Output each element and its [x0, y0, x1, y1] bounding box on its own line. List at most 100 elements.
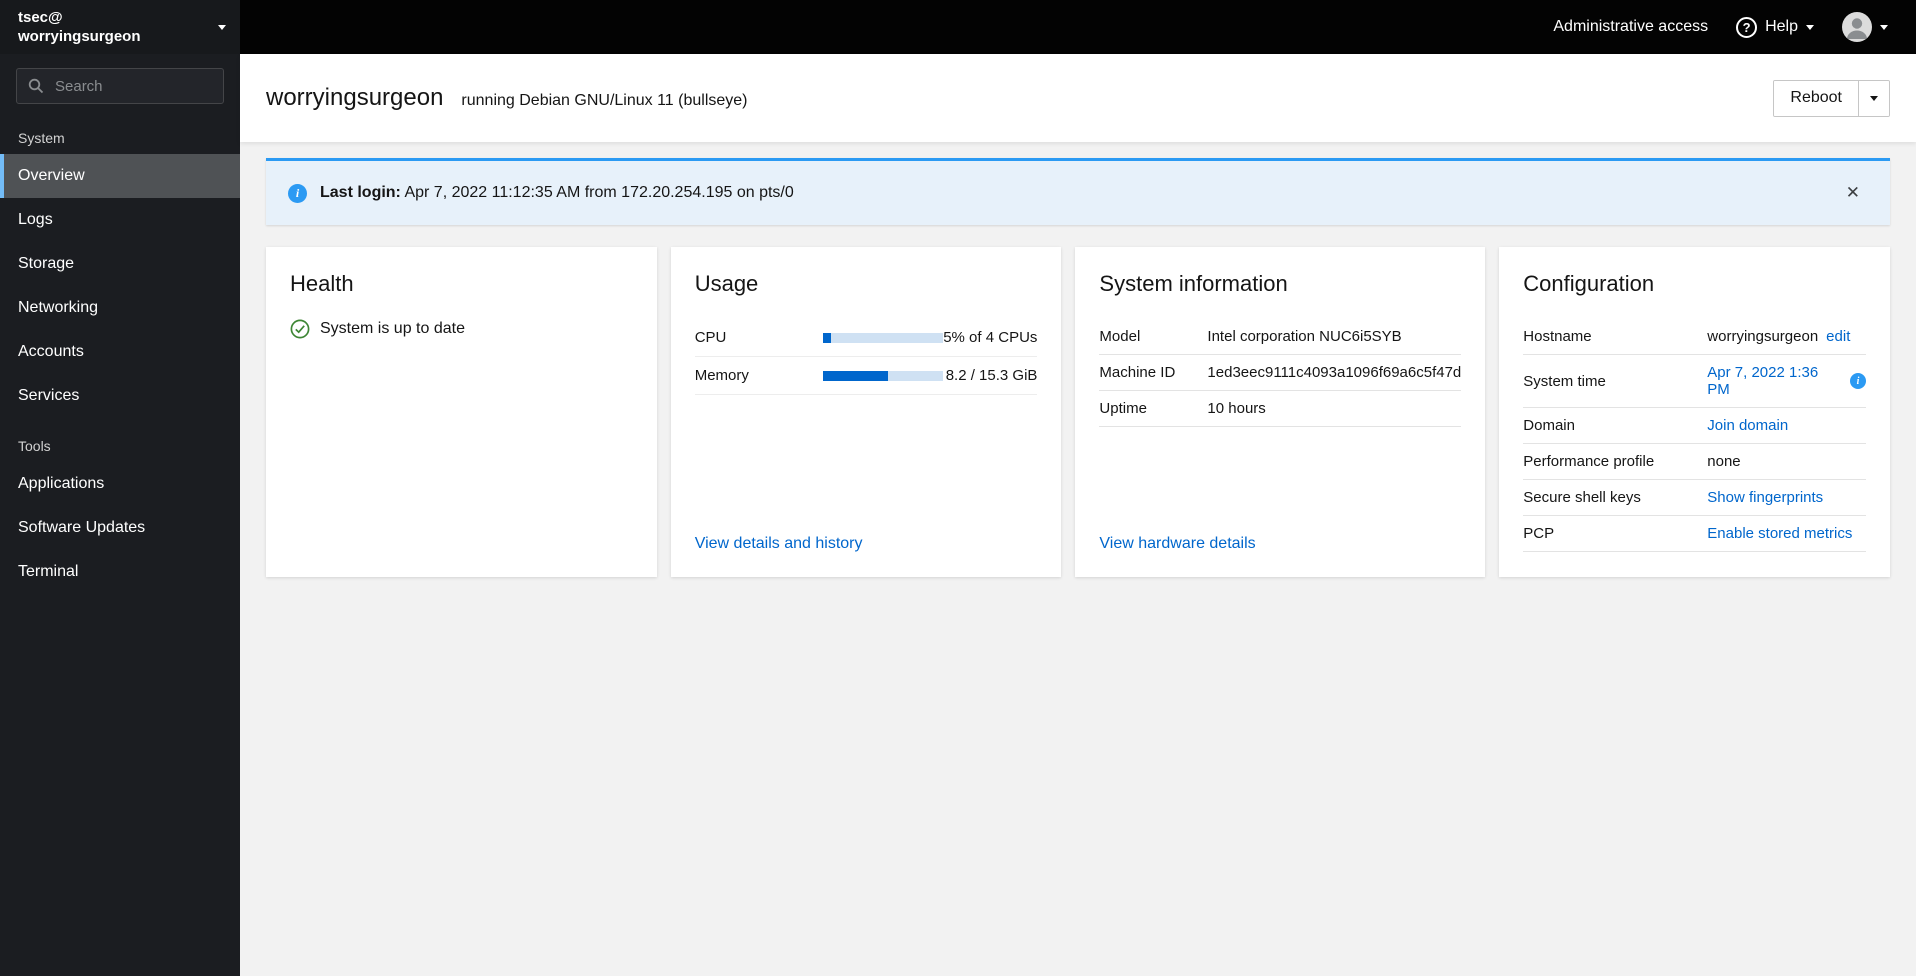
sidebar-item-applications[interactable]: Applications	[0, 462, 240, 506]
system-info-card-title: System information	[1099, 271, 1288, 296]
user-menu-button[interactable]	[1828, 0, 1902, 54]
hostname-label: Hostname	[1523, 328, 1592, 345]
cpu-label: CPU	[694, 329, 727, 346]
usage-card-title: Usage	[694, 271, 759, 296]
card-grid: Health System is up to date Usage CPU 5%…	[266, 247, 1890, 577]
sidebar: tsec@ worryingsurgeon System Overview Lo…	[0, 0, 240, 976]
machine-id-row: Machine ID 1ed3eec9111c4093a1096f69a6c5f…	[1099, 355, 1462, 391]
info-icon: i	[288, 183, 307, 203]
avatar	[1842, 12, 1872, 42]
machine-id-label: Machine ID	[1099, 364, 1176, 381]
ssh-keys-value-wrap: Show fingerprints	[1707, 489, 1866, 506]
hostname-value-wrap: worryingsurgeon edit	[1707, 328, 1866, 345]
help-icon: ?	[1736, 16, 1758, 38]
last-login-alert: i Last login: Apr 7, 2022 11:12:35 AM fr…	[266, 158, 1890, 225]
model-value: Intel corporation NUC6i5SYB	[1207, 328, 1402, 345]
host-switcher[interactable]: tsec@ worryingsurgeon	[0, 0, 240, 54]
hostname-row: Hostname worryingsurgeon edit	[1523, 319, 1866, 355]
reboot-button[interactable]: Reboot	[1774, 80, 1858, 116]
configuration-card: Configuration Hostname worryingsurgeon e…	[1499, 247, 1890, 577]
view-details-link[interactable]: View details and history	[695, 535, 863, 552]
sidebar-item-software-updates[interactable]: Software Updates	[0, 506, 240, 550]
search-icon	[28, 78, 44, 94]
help-label: Help	[1765, 18, 1798, 35]
uptime-value: 10 hours	[1207, 400, 1266, 417]
cpu-usage-row: CPU 5% of 4 CPUs	[694, 319, 1038, 357]
domain-value-wrap: Join domain	[1707, 417, 1866, 434]
close-icon[interactable]: ✕	[1838, 179, 1868, 207]
sidebar-item-accounts[interactable]: Accounts	[0, 330, 240, 374]
help-menu-button[interactable]: ? Help	[1722, 0, 1828, 54]
nav-section-system: System	[18, 130, 65, 146]
alert-text: Last login: Apr 7, 2022 11:12:35 AM from…	[320, 184, 794, 202]
host-user: tsec@	[18, 8, 63, 26]
sidebar-search	[0, 54, 240, 110]
uptime-row: Uptime 10 hours	[1099, 391, 1462, 427]
join-domain-link[interactable]: Join domain	[1707, 417, 1788, 434]
system-time-link[interactable]: Apr 7, 2022 1:36 PM	[1707, 364, 1842, 398]
check-circle-icon	[290, 319, 310, 339]
search-input[interactable]	[16, 68, 224, 104]
ssh-keys-row: Secure shell keys Show fingerprints	[1523, 480, 1866, 516]
show-fingerprints-link[interactable]: Show fingerprints	[1707, 489, 1823, 506]
view-hardware-link[interactable]: View hardware details	[1099, 535, 1255, 552]
health-card-title: Health	[290, 271, 354, 296]
performance-profile-label: Performance profile	[1523, 453, 1655, 470]
admin-access-button[interactable]: Administrative access	[1539, 0, 1722, 54]
sidebar-item-storage[interactable]: Storage	[0, 242, 240, 286]
reboot-split-button: Reboot	[1773, 79, 1890, 117]
host-label: tsec@ worryingsurgeon	[18, 8, 141, 47]
chevron-down-icon	[1880, 24, 1888, 30]
configuration-card-title: Configuration	[1523, 271, 1655, 296]
sidebar-nav: System Overview Logs Storage Networking …	[0, 110, 240, 594]
page-header: worryingsurgeon running Debian GNU/Linux…	[240, 54, 1916, 142]
system-time-value-wrap: Apr 7, 2022 1:36 PM i	[1707, 364, 1866, 398]
sidebar-item-services[interactable]: Services	[0, 374, 240, 418]
enable-stored-metrics-link[interactable]: Enable stored metrics	[1707, 525, 1852, 542]
chevron-down-icon	[218, 24, 226, 30]
pcp-label: PCP	[1523, 525, 1555, 542]
sidebar-item-logs[interactable]: Logs	[0, 198, 240, 242]
performance-profile-row: Performance profile none	[1523, 444, 1866, 480]
title-group: worryingsurgeon running Debian GNU/Linux…	[266, 84, 748, 112]
sidebar-item-networking[interactable]: Networking	[0, 286, 240, 330]
usage-card: Usage CPU 5% of 4 CPUs Memory 8.2 / 15.3…	[670, 247, 1062, 577]
chevron-down-icon	[1806, 24, 1814, 30]
reboot-dropdown-toggle[interactable]	[1859, 80, 1889, 116]
model-row: Model Intel corporation NUC6i5SYB	[1099, 319, 1462, 355]
cpu-progress-fill	[822, 332, 832, 343]
system-info-footer: View hardware details	[1099, 519, 1461, 553]
admin-access-label: Administrative access	[1553, 18, 1709, 35]
cpu-value: 5% of 4 CPUs	[943, 329, 1038, 346]
cpu-progress-bar	[822, 332, 943, 343]
system-info-card: System information Model Intel corporati…	[1075, 247, 1486, 577]
os-subtitle: running Debian GNU/Linux 11 (bullseye)	[461, 92, 748, 109]
system-time-row: System time Apr 7, 2022 1:36 PM i	[1523, 355, 1866, 408]
masthead: Administrative access ? Help	[240, 0, 1916, 54]
memory-progress-bar	[822, 370, 943, 381]
app-window: tsec@ worryingsurgeon System Overview Lo…	[0, 0, 1916, 976]
sidebar-item-overview[interactable]: Overview	[0, 154, 240, 198]
nav-section-tools: Tools	[18, 438, 51, 454]
memory-usage-row: Memory 8.2 / 15.3 GiB	[694, 357, 1038, 395]
health-status-row: System is up to date	[290, 319, 633, 339]
host-name: worryingsurgeon	[18, 28, 141, 45]
uptime-label: Uptime	[1099, 400, 1147, 417]
hostname-value: worryingsurgeon	[1707, 328, 1819, 345]
time-info-icon[interactable]: i	[1849, 373, 1866, 389]
memory-progress-fill	[822, 370, 888, 381]
domain-row: Domain Join domain	[1523, 408, 1866, 444]
domain-label: Domain	[1523, 417, 1575, 434]
main-column: Administrative access ? Help worryingsur…	[240, 0, 1916, 976]
machine-id-value: 1ed3eec9111c4093a1096f69a6c5f47d	[1207, 364, 1462, 381]
sidebar-item-terminal[interactable]: Terminal	[0, 550, 240, 594]
health-card: Health System is up to date	[266, 247, 657, 577]
chevron-down-icon	[1870, 95, 1878, 101]
ssh-keys-label: Secure shell keys	[1523, 489, 1641, 506]
pcp-value-wrap: Enable stored metrics	[1707, 525, 1866, 542]
memory-label: Memory	[694, 367, 749, 384]
performance-profile-value: none	[1707, 453, 1741, 470]
usage-footer: View details and history	[695, 519, 1038, 553]
hostname-edit-link[interactable]: edit	[1826, 328, 1850, 345]
alert-label: Last login:	[320, 184, 401, 201]
